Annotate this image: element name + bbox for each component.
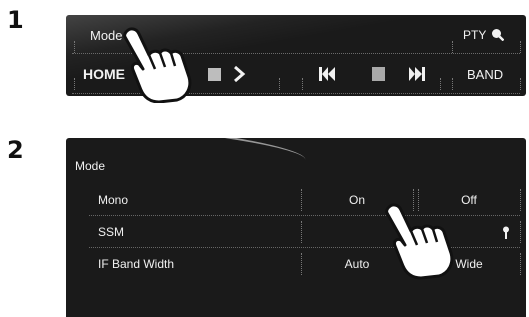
step-number-1: 1 [7,6,24,34]
divider-tick [440,78,441,90]
divider-tick [520,189,521,211]
skip-back-icon[interactable] [318,66,336,82]
setting-label: IF Band Width [98,257,175,271]
divider-tick [520,78,521,90]
band-button[interactable]: BAND [467,67,503,82]
stop-icon[interactable] [208,68,221,81]
play-pause-icon[interactable] [372,67,385,81]
divider-tick [279,78,280,90]
panel-title: Mode [75,159,106,173]
key-icon [503,226,509,239]
divider-tick [452,41,453,53]
divider-tick [302,78,303,90]
setting-label: SSM [98,225,125,239]
divider-tick [74,78,75,90]
pointing-hand-icon [385,203,454,280]
setting-label: Mono [98,193,129,207]
divider-tick [74,41,75,53]
divider-tick [520,41,521,53]
pty-search-button[interactable]: PTY [463,28,505,42]
divider-tick [452,78,453,90]
pty-label: PTY [463,28,487,42]
mode-button[interactable]: Mode [90,28,123,43]
skip-forward-icon[interactable] [408,66,426,82]
chevron-right-icon[interactable] [232,65,246,83]
divider-tick [520,253,521,275]
step-number-2: 2 [7,136,24,164]
pointing-hand-icon [123,27,192,103]
search-icon [492,29,505,42]
divider-tick [520,221,521,243]
